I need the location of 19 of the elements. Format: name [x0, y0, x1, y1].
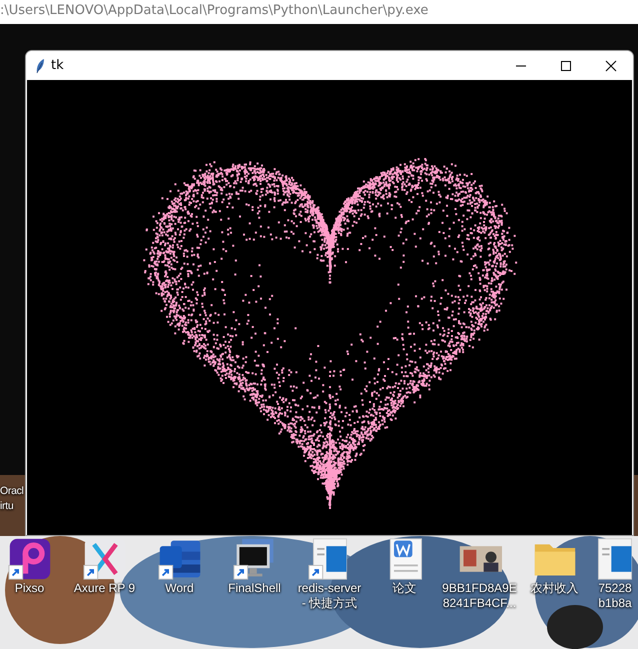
- icon-label[interactable]: Pixso: [14, 581, 44, 596]
- app-icon[interactable]: [8, 537, 52, 581]
- icon-label[interactable]: FinalShell: [228, 581, 281, 596]
- icon-label[interactable]: Word: [165, 581, 194, 596]
- icon-label[interactable]: 75228: [598, 581, 632, 596]
- icon-label[interactable]: 论文: [392, 581, 416, 596]
- wallpaper-edge: [0, 475, 25, 536]
- icon-label: Oracl: [0, 484, 24, 499]
- console-title: :\Users\LENOVO\AppData\Local\Programs\Python\Launcher\py.exe: [0, 0, 638, 24]
- maximize-icon: [560, 60, 572, 72]
- icon-label: irtu: [0, 499, 14, 514]
- icon-label[interactable]: b1b8a: [598, 596, 632, 611]
- monitor-icon[interactable]: [232, 537, 276, 581]
- icon-label[interactable]: redis-server: [298, 581, 362, 596]
- window-title: tk: [51, 56, 64, 75]
- icon-label[interactable]: - 快捷方式: [302, 596, 358, 611]
- close-icon: [604, 60, 616, 72]
- icon-label[interactable]: Axure RP 9: [74, 581, 136, 596]
- feather-icon: [35, 58, 45, 74]
